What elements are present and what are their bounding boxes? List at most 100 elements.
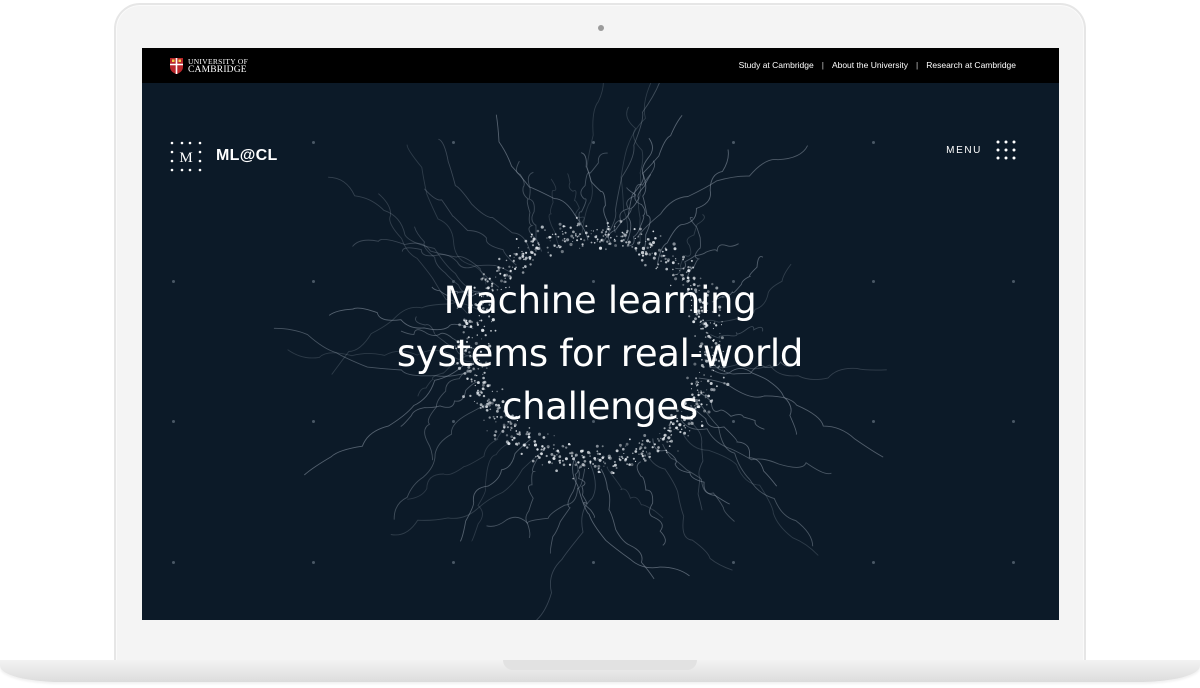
particle-dot	[637, 241, 641, 245]
particle-dot	[510, 435, 514, 439]
particle-dot	[569, 242, 573, 247]
particle-dot	[559, 246, 561, 249]
particle-dot	[546, 246, 549, 249]
particle-dot	[529, 263, 532, 266]
particle-dot	[631, 245, 634, 248]
particle-dot	[514, 252, 518, 256]
particle-dot	[664, 261, 668, 264]
particle-dot	[517, 433, 519, 435]
particle-dot	[606, 221, 609, 225]
particle-dot	[633, 228, 636, 231]
link-study-at-cambridge[interactable]: Study at Cambridge	[739, 60, 814, 70]
particle-dot	[607, 233, 610, 236]
particle-strand	[581, 152, 609, 236]
particle-dot	[690, 268, 692, 270]
particle-dot	[606, 240, 609, 243]
particle-dot	[615, 467, 618, 469]
particle-dot	[638, 453, 640, 455]
particle-dot	[675, 259, 677, 261]
grid-dot	[1012, 280, 1015, 283]
university-logo[interactable]: UNIVERSITY OF CAMBRIDGE	[170, 56, 248, 76]
particle-dot	[597, 458, 599, 460]
particle-dot	[597, 464, 601, 468]
particle-dot	[561, 233, 564, 235]
particle-dot	[533, 440, 537, 443]
particle-dot	[614, 226, 616, 228]
brand-name: ML@CL	[216, 147, 278, 164]
site-brand[interactable]: M ML@CL	[170, 140, 278, 172]
particle-dot	[646, 439, 650, 443]
particle-dot	[511, 438, 514, 441]
particle-dot	[671, 434, 673, 436]
particle-dot	[570, 234, 574, 238]
particle-dot	[538, 243, 540, 246]
particle-dot	[634, 450, 638, 453]
hero-line-1: Machine learning	[443, 279, 757, 322]
particle-dot	[690, 259, 693, 262]
particle-dot	[628, 438, 631, 441]
particle-dot	[578, 233, 582, 236]
particle-dot	[562, 225, 565, 228]
particle-dot	[632, 457, 635, 460]
particle-dot	[672, 255, 674, 257]
particle-dot	[540, 452, 543, 456]
university-wordmark: UNIVERSITY OF CAMBRIDGE	[188, 58, 248, 75]
menu-button[interactable]: MENU	[946, 140, 1016, 160]
particle-dot	[692, 266, 695, 269]
particle-dot	[615, 449, 619, 453]
particle-dot	[581, 245, 584, 248]
particle-dot	[572, 477, 575, 480]
particle-dot	[564, 457, 568, 461]
laptop-mockup: UNIVERSITY OF CAMBRIDGE Study at Cambrid…	[0, 0, 1200, 688]
particle-dot	[619, 458, 622, 462]
particle-dot	[672, 242, 676, 246]
particle-dot	[563, 446, 565, 448]
particle-dot	[570, 454, 574, 458]
particle-dot	[657, 446, 660, 449]
particle-dot	[662, 254, 666, 257]
particle-dot	[541, 445, 544, 448]
hero-line-3: challenges	[502, 385, 698, 428]
particle-dot	[549, 254, 552, 257]
particle-dot	[589, 455, 591, 457]
particle-dot	[513, 256, 515, 259]
particle-dot	[635, 250, 637, 252]
particle-dot	[566, 238, 570, 242]
particle-dot	[687, 434, 690, 437]
particle-dot	[649, 246, 652, 248]
particle-dot	[522, 266, 525, 269]
grid-dot	[1012, 420, 1015, 423]
particle-dot	[598, 458, 602, 462]
particle-dot	[523, 258, 525, 261]
particle-dot	[604, 233, 607, 236]
particle-dot	[679, 270, 681, 272]
particle-dot	[581, 463, 585, 467]
particle-dot	[652, 256, 656, 260]
particle-dot	[660, 260, 663, 263]
particle-dot	[663, 433, 667, 437]
particle-dot	[605, 230, 608, 233]
particle-dot	[574, 463, 578, 467]
particle-dot	[552, 456, 556, 461]
particle-dot	[563, 240, 566, 243]
particle-dot	[592, 230, 594, 232]
particle-dot	[665, 255, 667, 257]
particle-dot	[556, 246, 558, 249]
particle-dot	[518, 432, 521, 436]
particle-dot	[526, 446, 529, 449]
particle-dot	[524, 239, 528, 243]
particle-dot	[603, 465, 605, 467]
particle-dot	[505, 259, 508, 262]
particle-dot	[598, 246, 603, 250]
particle-dot	[662, 437, 666, 441]
link-research-at-cambridge[interactable]: Research at Cambridge	[926, 60, 1016, 70]
particle-dot	[579, 247, 581, 249]
link-about-the-university[interactable]: About the University	[832, 60, 908, 70]
particle-dot	[672, 268, 674, 271]
particle-dot	[551, 462, 554, 465]
particle-dot	[634, 460, 637, 463]
grid-dot	[172, 280, 175, 283]
grid-dot	[1012, 561, 1015, 564]
particle-strand	[641, 137, 653, 255]
particle-dot	[643, 454, 647, 457]
